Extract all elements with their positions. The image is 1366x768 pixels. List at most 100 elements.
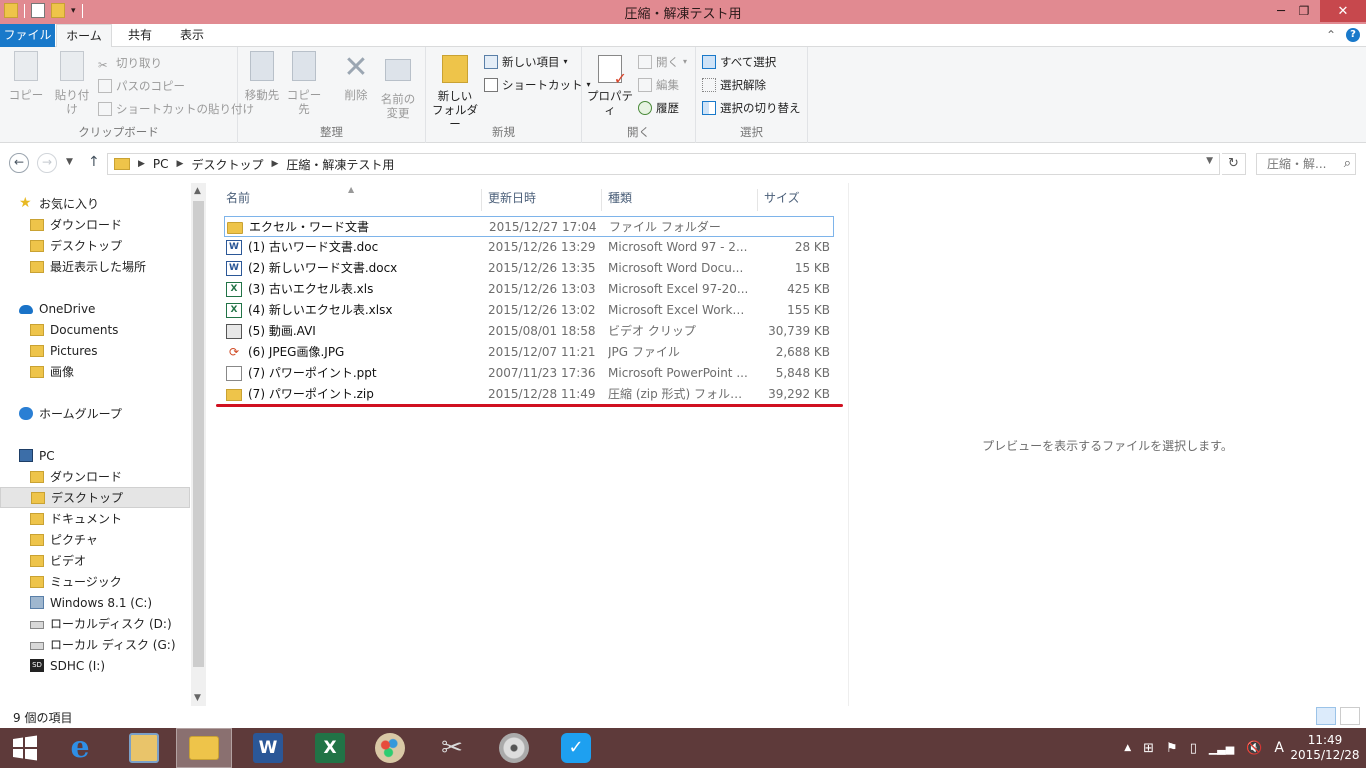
file-row[interactable]: (7) パワーポイント.zip 2015/12/28 11:49 圧縮 (zip 形… xyxy=(224,384,834,405)
taskbar-paint[interactable] xyxy=(360,728,420,768)
search-input[interactable]: 圧縮・解... ⌕ xyxy=(1256,153,1356,175)
nav-item[interactable]: デスクトップ xyxy=(0,487,190,508)
details-view-icon[interactable] xyxy=(1316,707,1336,725)
file-row[interactable]: エクセル・ワード文書 2015/12/27 17:04 ファイル フォルダー xyxy=(224,216,834,237)
collapse-ribbon-icon[interactable]: ⌃ xyxy=(1326,28,1336,42)
new-folder-button[interactable]: 新しい フォルダー xyxy=(430,51,480,131)
nav-item[interactable]: Pictures xyxy=(0,340,190,361)
taskbar-internet-explorer[interactable]: e xyxy=(50,728,110,768)
scrollbar-thumb[interactable] xyxy=(193,201,204,667)
invert-selection-button[interactable]: 選択の切り替え xyxy=(702,98,801,118)
battery-icon[interactable]: ▯ xyxy=(1190,741,1197,756)
recent-locations-button[interactable]: ▼ xyxy=(66,157,73,167)
history-button[interactable]: 履歴 xyxy=(638,98,679,118)
taskbar-snipping-tool[interactable]: ✂ xyxy=(422,728,482,768)
taskbar-excel[interactable]: X xyxy=(300,728,360,768)
volume-muted-icon[interactable]: 🔇 xyxy=(1246,741,1262,756)
taskbar-chat-app[interactable]: ✓ xyxy=(546,728,606,768)
network-signal-icon[interactable]: ▁▃▅ xyxy=(1209,742,1234,755)
nav-item[interactable]: Documents xyxy=(0,319,190,340)
select-none-button[interactable]: 選択解除 xyxy=(702,75,766,95)
properties-button[interactable]: ✓ プロパティ xyxy=(584,51,636,117)
paste-shortcut-button[interactable]: ショートカットの貼り付け xyxy=(98,99,254,119)
nav-item[interactable]: ★ お気に入り xyxy=(0,193,190,214)
file-row[interactable]: (7) パワーポイント.ppt 2007/11/23 17:36 Microsoft… xyxy=(224,363,834,384)
nav-item[interactable]: OneDrive xyxy=(0,298,190,319)
taskbar-word[interactable]: W xyxy=(238,728,298,768)
navigation-scrollbar[interactable]: ▲ ▼ xyxy=(191,183,206,706)
taskbar-file-manager[interactable] xyxy=(114,728,174,768)
help-icon[interactable]: ? xyxy=(1346,28,1360,42)
move-to-button[interactable]: 移動先 xyxy=(244,51,280,102)
scroll-up-icon[interactable]: ▲ xyxy=(194,186,201,196)
minimize-button[interactable]: ─ xyxy=(1270,0,1292,22)
column-header-type[interactable]: 種類 xyxy=(602,189,758,211)
copy-to-button[interactable]: コピー先 xyxy=(284,51,324,116)
nav-item[interactable]: Windows 8.1 (C:) xyxy=(0,592,190,613)
rename-button[interactable]: 名前の 変更 xyxy=(378,51,418,120)
nav-item[interactable]: ビデオ xyxy=(0,550,190,571)
copy-button[interactable]: コピー xyxy=(8,51,44,102)
column-header-date[interactable]: 更新日時 xyxy=(482,189,602,211)
nav-item[interactable]: SD SDHC (I:) xyxy=(0,655,190,676)
forward-button[interactable]: → xyxy=(37,153,57,173)
paste-button[interactable]: 貼り付け xyxy=(50,51,94,116)
scroll-down-icon[interactable]: ▼ xyxy=(194,693,201,703)
file-row[interactable]: ⟳ (6) JPEG画像.JPG 2015/12/07 11:21 JPG ファイル 2… xyxy=(224,342,834,363)
action-center-flag-icon[interactable]: ⚑ xyxy=(1166,741,1178,756)
file-type: Microsoft Word Docu... xyxy=(608,261,744,275)
breadcrumb-desktop[interactable]: デスクトップ xyxy=(191,156,263,173)
ime-indicator[interactable]: A xyxy=(1274,740,1284,756)
taskbar-file-explorer[interactable] xyxy=(176,728,232,768)
tab-share[interactable]: 共有 xyxy=(118,24,162,47)
nav-item[interactable]: ローカル ディスク (G:) xyxy=(0,634,190,655)
nav-item[interactable]: デスクトップ xyxy=(0,235,190,256)
tab-view[interactable]: 表示 xyxy=(170,24,214,47)
chevron-right-icon[interactable]: ▶ xyxy=(271,159,278,169)
refresh-button[interactable]: ↻ xyxy=(1222,153,1246,175)
shortcut-button[interactable]: ショートカット ▾ xyxy=(484,75,591,95)
tab-file[interactable]: ファイル xyxy=(0,24,55,47)
up-button[interactable]: ↑ xyxy=(88,154,100,170)
nav-item[interactable]: ローカルディスク (D:) xyxy=(0,613,190,634)
nav-item[interactable]: ダウンロード xyxy=(0,214,190,235)
file-row[interactable]: X (3) 古いエクセル表.xls 2015/12/26 13:03 Microsof… xyxy=(224,279,834,300)
close-button[interactable]: ✕ xyxy=(1320,0,1366,22)
taskbar-media-player[interactable] xyxy=(484,728,544,768)
column-header-name[interactable]: 名前 ▲ xyxy=(220,185,482,211)
nav-item[interactable]: 画像 xyxy=(0,361,190,382)
file-row[interactable]: (5) 動画.AVI 2015/08/01 18:58 ビデオ クリップ 30,739… xyxy=(224,321,834,342)
cut-button[interactable]: ✂ 切り取り xyxy=(98,53,162,73)
clock[interactable]: 11:49 2015/12/28 xyxy=(1290,733,1360,763)
breadcrumb-pc[interactable]: PC xyxy=(153,157,169,171)
maximize-button[interactable]: ❐ xyxy=(1292,0,1316,22)
address-bar[interactable]: ▶ PC ▶ デスクトップ ▶ 圧縮・解凍テスト用 ▼ xyxy=(107,153,1220,175)
file-row[interactable]: W (1) 古いワード文書.doc 2015/12/26 13:29 Microsof… xyxy=(224,237,834,258)
new-item-button[interactable]: 新しい項目 ▾ xyxy=(484,52,568,72)
breadcrumb-current-folder[interactable]: 圧縮・解凍テスト用 xyxy=(286,156,394,173)
chevron-right-icon[interactable]: ▶ xyxy=(177,159,184,169)
column-header-size[interactable]: サイズ xyxy=(758,189,838,211)
start-button[interactable] xyxy=(0,728,50,768)
delete-button[interactable]: ✕ 削除 xyxy=(338,51,374,103)
nav-item[interactable]: ピクチャ xyxy=(0,529,190,550)
show-hidden-icons-icon[interactable]: ▲ xyxy=(1124,743,1131,753)
back-button[interactable]: ← xyxy=(9,153,29,173)
file-row[interactable]: W (2) 新しいワード文書.docx 2015/12/26 13:35 Micros… xyxy=(224,258,834,279)
nav-item[interactable]: ダウンロード xyxy=(0,466,190,487)
tab-home[interactable]: ホーム xyxy=(56,24,112,48)
edit-button[interactable]: 編集 xyxy=(638,75,679,95)
open-button[interactable]: 開く ▾ xyxy=(638,52,687,72)
windows-flag-icon[interactable]: ⊞ xyxy=(1143,741,1154,756)
large-icons-view-icon[interactable] xyxy=(1340,707,1360,725)
file-row[interactable]: X (4) 新しいエクセル表.xlsx 2015/12/26 13:02 Micros… xyxy=(224,300,834,321)
select-all-button[interactable]: すべて選択 xyxy=(702,52,776,72)
address-history-chevron-icon[interactable]: ▼ xyxy=(1206,156,1213,166)
nav-item[interactable]: ドキュメント xyxy=(0,508,190,529)
nav-item[interactable]: ホームグループ xyxy=(0,403,190,424)
nav-item[interactable]: PC xyxy=(0,445,190,466)
copy-path-button[interactable]: パスのコピー xyxy=(98,76,185,96)
chevron-right-icon[interactable]: ▶ xyxy=(138,159,145,169)
nav-item[interactable]: ミュージック xyxy=(0,571,190,592)
nav-item[interactable]: 最近表示した場所 xyxy=(0,256,190,277)
